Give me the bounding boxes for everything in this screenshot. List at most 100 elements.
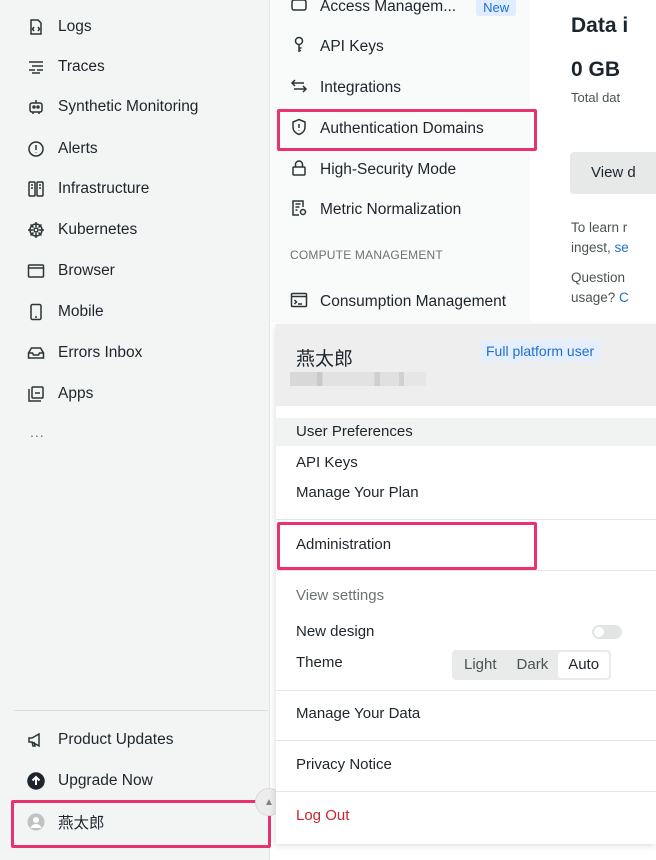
nav-item-label: Traces: [58, 58, 105, 75]
upgrade-icon: [26, 771, 46, 791]
left-navigation: Logs Traces Synthetic Monitoring Alerts …: [0, 0, 270, 860]
submenu-item-api-keys[interactable]: API Keys: [290, 32, 384, 62]
submenu-item-label: Integrations: [320, 79, 401, 96]
submenu-item-label: Metric Normalization: [320, 201, 462, 218]
robot-icon: [26, 97, 46, 117]
nav-item-label: Infrastructure: [58, 180, 150, 197]
nav-more[interactable]: ...: [30, 424, 45, 440]
chevron-up-icon: ▲: [264, 796, 274, 808]
contact-link[interactable]: C: [619, 290, 629, 305]
questions-text-2-prefix: usage?: [571, 290, 620, 305]
nav-item-upgrade-now[interactable]: Upgrade Now: [26, 766, 153, 796]
nav-item-label: Errors Inbox: [58, 344, 143, 361]
mobile-icon: [26, 302, 46, 322]
administration-highlight: [277, 522, 537, 570]
new-badge: New: [476, 0, 517, 16]
section-heading-compute-management: COMPUTE MANAGEMENT: [290, 248, 443, 262]
menu-item-user-preferences[interactable]: User Preferences: [296, 423, 413, 440]
new-design-label: New design: [296, 623, 375, 640]
nav-item-label: Product Updates: [58, 731, 174, 748]
nav-item-product-updates[interactable]: Product Updates: [26, 725, 173, 755]
menu-item-privacy-notice[interactable]: Privacy Notice: [296, 756, 392, 773]
nav-item-errors-inbox[interactable]: Errors Inbox: [26, 338, 142, 368]
nav-item-label: Upgrade Now: [58, 772, 153, 789]
submenu-item-label: High-Security Mode: [320, 161, 457, 178]
data-ingest-panel: Data i 0 GB Total dat View d To learn r …: [530, 0, 656, 322]
traces-icon: [26, 57, 46, 77]
user-type-badge: Full platform user: [480, 340, 601, 362]
nav-item-alerts[interactable]: Alerts: [26, 134, 98, 164]
integrations-icon: [290, 77, 308, 100]
infrastructure-icon: [26, 179, 46, 199]
data-ingest-caption: Total dat: [571, 90, 621, 105]
learn-more-link[interactable]: se: [615, 240, 629, 255]
terminal-icon: [290, 291, 308, 314]
submenu-item-high-security-mode[interactable]: High-Security Mode: [290, 155, 456, 185]
metric-icon: [290, 199, 308, 222]
submenu-item-integrations[interactable]: Integrations: [290, 73, 401, 103]
new-design-toggle[interactable]: [592, 625, 622, 639]
browser-icon: [26, 261, 46, 281]
nav-item-apps[interactable]: Apps: [26, 379, 93, 409]
apps-icon: [26, 384, 46, 404]
administration-submenu: Access Managem... New API Keys Integrati…: [270, 0, 530, 322]
menu-item-manage-plan[interactable]: Manage Your Plan: [296, 484, 419, 501]
user-account-highlight: [11, 800, 271, 848]
redacted-email: [290, 372, 426, 386]
theme-option-auto[interactable]: Auto: [558, 652, 610, 678]
theme-selector: Light Dark Auto: [452, 650, 612, 680]
submenu-item-metric-normalization[interactable]: Metric Normalization: [290, 195, 461, 225]
nav-item-label: Alerts: [58, 140, 98, 157]
questions-text: Question: [571, 270, 626, 285]
lock-icon: [290, 159, 308, 182]
theme-label: Theme: [296, 654, 343, 671]
menu-item-api-keys[interactable]: API Keys: [296, 454, 358, 471]
theme-option-light[interactable]: Light: [454, 652, 507, 678]
user-menu-dropdown: 燕太郎 Full platform user User Preferences …: [276, 324, 656, 844]
nav-item-mobile[interactable]: Mobile: [26, 297, 104, 327]
submenu-item-consumption-management[interactable]: Consumption Management: [290, 287, 506, 317]
nav-item-label: Apps: [58, 385, 94, 402]
nav-item-logs[interactable]: Logs: [26, 12, 92, 42]
nav-item-kubernetes[interactable]: Kubernetes: [26, 215, 137, 245]
nav-item-label: Synthetic Monitoring: [58, 98, 199, 115]
menu-divider: [276, 791, 656, 792]
nav-divider: [14, 710, 268, 711]
menu-divider: [276, 570, 656, 571]
logs-icon: [26, 17, 46, 37]
menu-item-manage-data[interactable]: Manage Your Data: [296, 705, 420, 722]
user-menu-header: 燕太郎 Full platform user: [276, 324, 656, 406]
nav-item-label: Kubernetes: [58, 221, 138, 238]
submenu-item-access-management[interactable]: Access Managem... New: [290, 0, 517, 22]
view-settings-heading: View settings: [296, 587, 385, 604]
nav-item-infrastructure[interactable]: Infrastructure: [26, 174, 149, 204]
view-details-button[interactable]: View d: [570, 152, 656, 194]
authentication-domains-highlight: [277, 109, 537, 151]
menu-divider: [276, 519, 656, 520]
nav-item-synthetic-monitoring[interactable]: Synthetic Monitoring: [26, 92, 198, 122]
nav-item-label: Mobile: [58, 303, 104, 320]
inbox-icon: [26, 343, 46, 363]
nav-item-browser[interactable]: Browser: [26, 256, 115, 286]
submenu-item-label: API Keys: [320, 38, 384, 55]
learn-more-text-2: ingest, se: [571, 240, 629, 255]
access-icon: [290, 0, 308, 19]
theme-option-dark[interactable]: Dark: [507, 652, 559, 678]
page-title: Data i: [571, 14, 629, 37]
nav-item-traces[interactable]: Traces: [26, 52, 105, 82]
questions-text-2: usage? C: [571, 290, 629, 305]
kubernetes-icon: [26, 220, 46, 240]
user-name: 燕太郎: [296, 349, 354, 370]
menu-item-log-out[interactable]: Log Out: [296, 807, 349, 824]
submenu-item-label: Access Managem...: [320, 0, 457, 15]
nav-item-label: Logs: [58, 18, 92, 35]
nav-item-label: Browser: [58, 262, 115, 279]
data-ingest-value: 0 GB: [571, 58, 621, 81]
alert-icon: [26, 139, 46, 159]
menu-divider: [276, 690, 656, 691]
megaphone-icon: [26, 730, 46, 750]
submenu-item-label: Consumption Management: [320, 293, 507, 310]
learn-more-text-2-prefix: ingest,: [571, 240, 615, 255]
key-icon: [290, 36, 308, 59]
learn-more-text: To learn r: [571, 220, 628, 235]
